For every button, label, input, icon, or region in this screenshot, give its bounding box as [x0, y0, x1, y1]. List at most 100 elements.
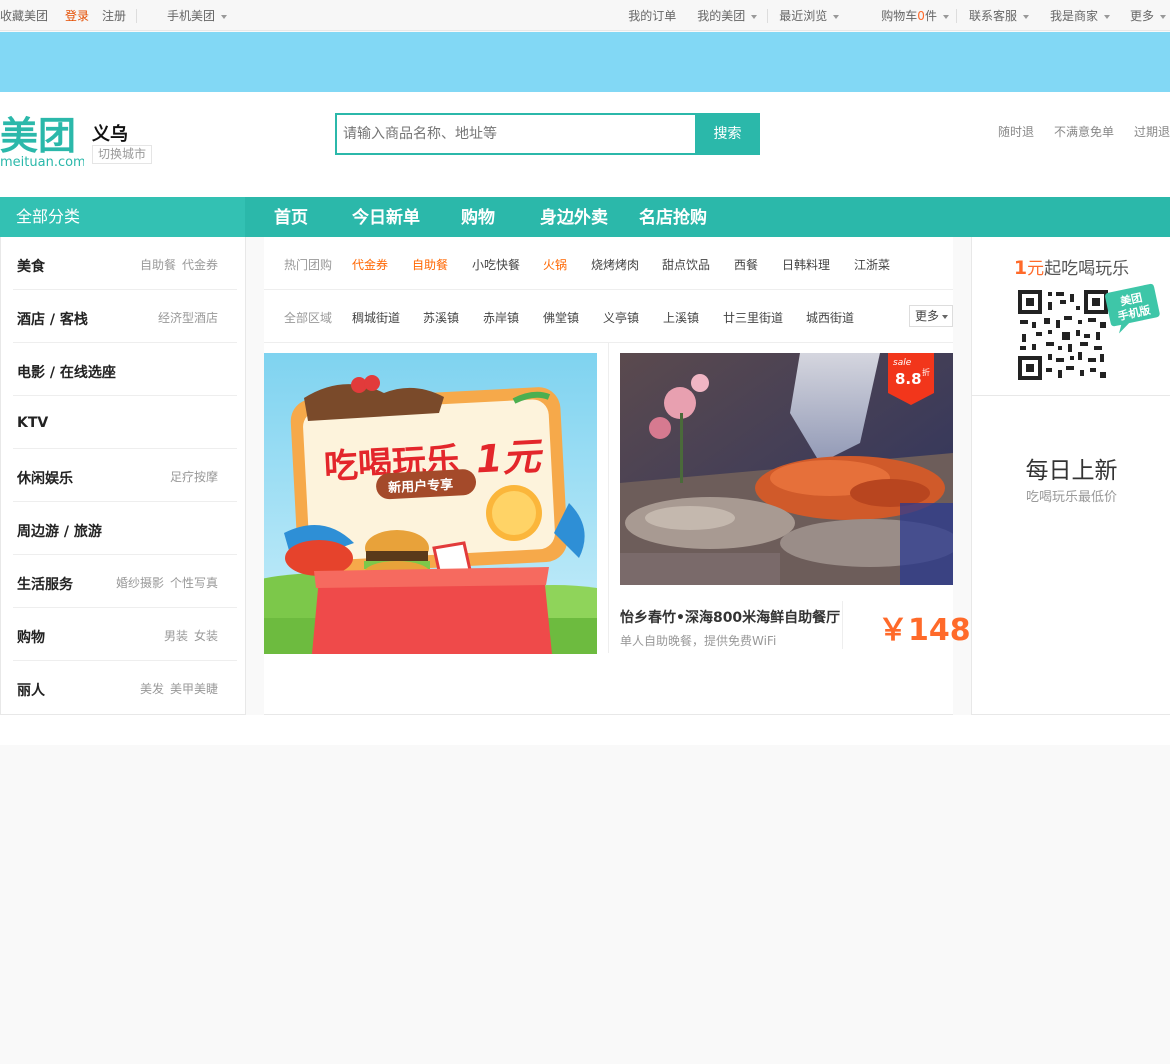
deal-subtitle: 单人自助晚餐，提供免费WiFi: [620, 634, 777, 648]
area-option[interactable]: 城西街道: [806, 309, 854, 326]
app-promo-title: 1元起吃喝玩乐: [972, 254, 1170, 279]
content-bottom-band: [0, 715, 1170, 745]
promise-expired-refund[interactable]: 过期退: [1134, 123, 1170, 140]
subcategory-link[interactable]: 自助餐: [140, 258, 176, 272]
cart-menu[interactable]: 购物车0件: [881, 0, 949, 31]
badge-discount: 8.8: [895, 370, 922, 388]
recent-views-menu[interactable]: 最近浏览: [779, 0, 840, 31]
promise-unsatisfied-free[interactable]: 不满意免单: [1054, 123, 1114, 140]
category-movie[interactable]: 电影 / 在线选座: [13, 343, 237, 396]
area-option[interactable]: 稠城街道: [352, 309, 400, 326]
subcategory-link[interactable]: 个性写真: [170, 576, 218, 590]
category-hotel[interactable]: 酒店 / 客栈 经济型酒店: [13, 290, 237, 343]
login-link[interactable]: 登录: [65, 0, 89, 31]
top-bar-left: 收藏美团 登录 注册 手机美团: [0, 0, 228, 31]
more-menu[interactable]: 更多: [1130, 0, 1166, 31]
merchant-menu[interactable]: 我是商家: [1050, 0, 1110, 31]
my-meituan-label: 我的美团: [697, 9, 746, 23]
search-box: 搜索: [335, 113, 760, 155]
subcategory-link[interactable]: 美甲美睫: [170, 682, 218, 696]
current-city: 义乌: [92, 124, 128, 145]
area-option[interactable]: 赤岸镇: [483, 309, 519, 326]
daily-new-subtitle: 吃喝玩乐最低价: [1025, 490, 1117, 505]
category-shopping[interactable]: 购物 男装 女装: [13, 608, 237, 661]
category-name: 电影 / 在线选座: [17, 365, 116, 381]
area-filter: 全部区域 稠城街道 苏溪镇 赤岸镇 佛堂镇 义亭镇 上溪镇 廿三里街道 城西街道: [264, 290, 953, 343]
category-name: 美食: [17, 259, 45, 275]
hot-deals-filter: 热门团购 代金券 自助餐 小吃快餐 火锅 烧烤烤肉 甜点饮品 西餐 日韩料理 江…: [264, 237, 953, 290]
subcategory-link[interactable]: 男装: [164, 629, 188, 643]
my-orders-link[interactable]: 我的订单: [628, 0, 676, 31]
promo-number: 1: [1013, 257, 1028, 279]
subcategory-link[interactable]: 足疗按摩: [170, 470, 218, 484]
top-banner[interactable]: [0, 32, 1170, 92]
chevron-down-icon: [221, 14, 228, 19]
my-meituan-menu[interactable]: 我的美团: [697, 0, 758, 31]
category-beauty[interactable]: 丽人 美发 美甲美睫: [13, 661, 237, 714]
switch-city-button[interactable]: 切换城市: [92, 145, 152, 164]
filter-option[interactable]: 火锅: [543, 256, 567, 273]
filter-option[interactable]: 日韩料理: [782, 256, 830, 273]
nav-takeout[interactable]: 身边外卖: [540, 197, 608, 237]
area-option[interactable]: 佛堂镇: [543, 309, 579, 326]
subcategory-link[interactable]: 经济型酒店: [158, 311, 218, 325]
deal-title[interactable]: 怡乡春竹•深海800米海鲜自助餐厅: [620, 607, 840, 627]
area-option[interactable]: 苏溪镇: [423, 309, 459, 326]
daily-new-title[interactable]: 每日上新: [972, 451, 1170, 485]
promise-refund-anytime[interactable]: 随时退: [998, 123, 1034, 140]
meituan-logo[interactable]: 美团 meituan.com: [0, 112, 84, 168]
filter-option[interactable]: 甜点饮品: [662, 256, 710, 273]
search-input[interactable]: [343, 115, 693, 153]
category-name: 丽人: [17, 683, 45, 699]
chevron-down-icon: [1160, 14, 1166, 19]
divider: [955, 9, 957, 23]
more-areas-button[interactable]: 更多: [909, 305, 953, 327]
filter-option[interactable]: 烧烤烤肉: [591, 256, 639, 273]
category-name: 休闲娱乐: [17, 471, 73, 487]
nav-new-today[interactable]: 今日新单: [352, 197, 420, 237]
category-food[interactable]: 美食 自助餐 代金券: [13, 237, 237, 290]
seafood-deal-photo[interactable]: sale 8.8 折: [620, 353, 953, 585]
subcategory-link[interactable]: 女装: [194, 629, 218, 643]
center-content: 热门团购 代金券 自助餐 小吃快餐 火锅 烧烤烤肉 甜点饮品 西餐 日韩料理 江…: [264, 237, 971, 715]
category-name: 酒店 / 客栈: [17, 312, 88, 328]
search-button[interactable]: 搜索: [695, 113, 760, 155]
area-option[interactable]: 义亭镇: [603, 309, 639, 326]
subcategory-link[interactable]: 婚纱摄影: [116, 576, 164, 590]
chevron-down-icon: [942, 14, 949, 19]
area-option[interactable]: 廿三里街道: [723, 309, 783, 326]
filter-option[interactable]: 代金券: [352, 256, 388, 273]
register-link[interactable]: 注册: [102, 0, 126, 31]
qr-code-icon[interactable]: [1018, 290, 1108, 380]
nav-shopping[interactable]: 购物: [461, 197, 495, 237]
category-leisure[interactable]: 休闲娱乐 足疗按摩: [13, 449, 237, 502]
all-categories[interactable]: 全部分类: [0, 197, 245, 237]
nav-famous-shops[interactable]: 名店抢购: [639, 197, 707, 237]
deal-price: ￥148: [878, 613, 971, 648]
filter-option[interactable]: 小吃快餐: [472, 256, 520, 273]
column-divider: [608, 343, 609, 653]
filter-option[interactable]: 江浙菜: [854, 256, 890, 273]
subcategory-link[interactable]: 代金券: [182, 258, 218, 272]
favorite-link[interactable]: 收藏美团: [0, 0, 48, 31]
more-areas-label: 更多: [915, 309, 940, 323]
cart-count: 0: [917, 9, 925, 23]
mobile-meituan-link[interactable]: 手机美团: [167, 0, 228, 31]
mobile-app-badge: 美团 手机版: [1105, 283, 1160, 334]
more-label: 更多: [1129, 9, 1154, 23]
category-subs: 自助餐 代金券: [134, 256, 218, 273]
chevron-down-icon: [1022, 14, 1029, 19]
category-ktv[interactable]: KTV: [13, 396, 237, 449]
category-travel[interactable]: 周边游 / 旅游: [13, 502, 237, 555]
nav-home[interactable]: 首页: [274, 197, 308, 237]
chevron-down-icon: [751, 14, 758, 19]
subcategory-link[interactable]: 美发: [140, 682, 164, 696]
customer-service-menu[interactable]: 联系客服: [969, 0, 1029, 31]
category-life-service[interactable]: 生活服务 婚纱摄影 个性写真: [13, 555, 237, 608]
site-header: 美团 meituan.com 义乌 切换城市 搜索 随时退 不满意免单 过期退: [0, 92, 1170, 197]
filter-option[interactable]: 自助餐: [412, 256, 448, 273]
filter-option[interactable]: 西餐: [734, 256, 758, 273]
chevron-down-icon: [833, 14, 840, 19]
new-user-promo-banner[interactable]: 吃喝玩乐 1元 新用户专享: [264, 353, 597, 654]
area-option[interactable]: 上溪镇: [663, 309, 699, 326]
